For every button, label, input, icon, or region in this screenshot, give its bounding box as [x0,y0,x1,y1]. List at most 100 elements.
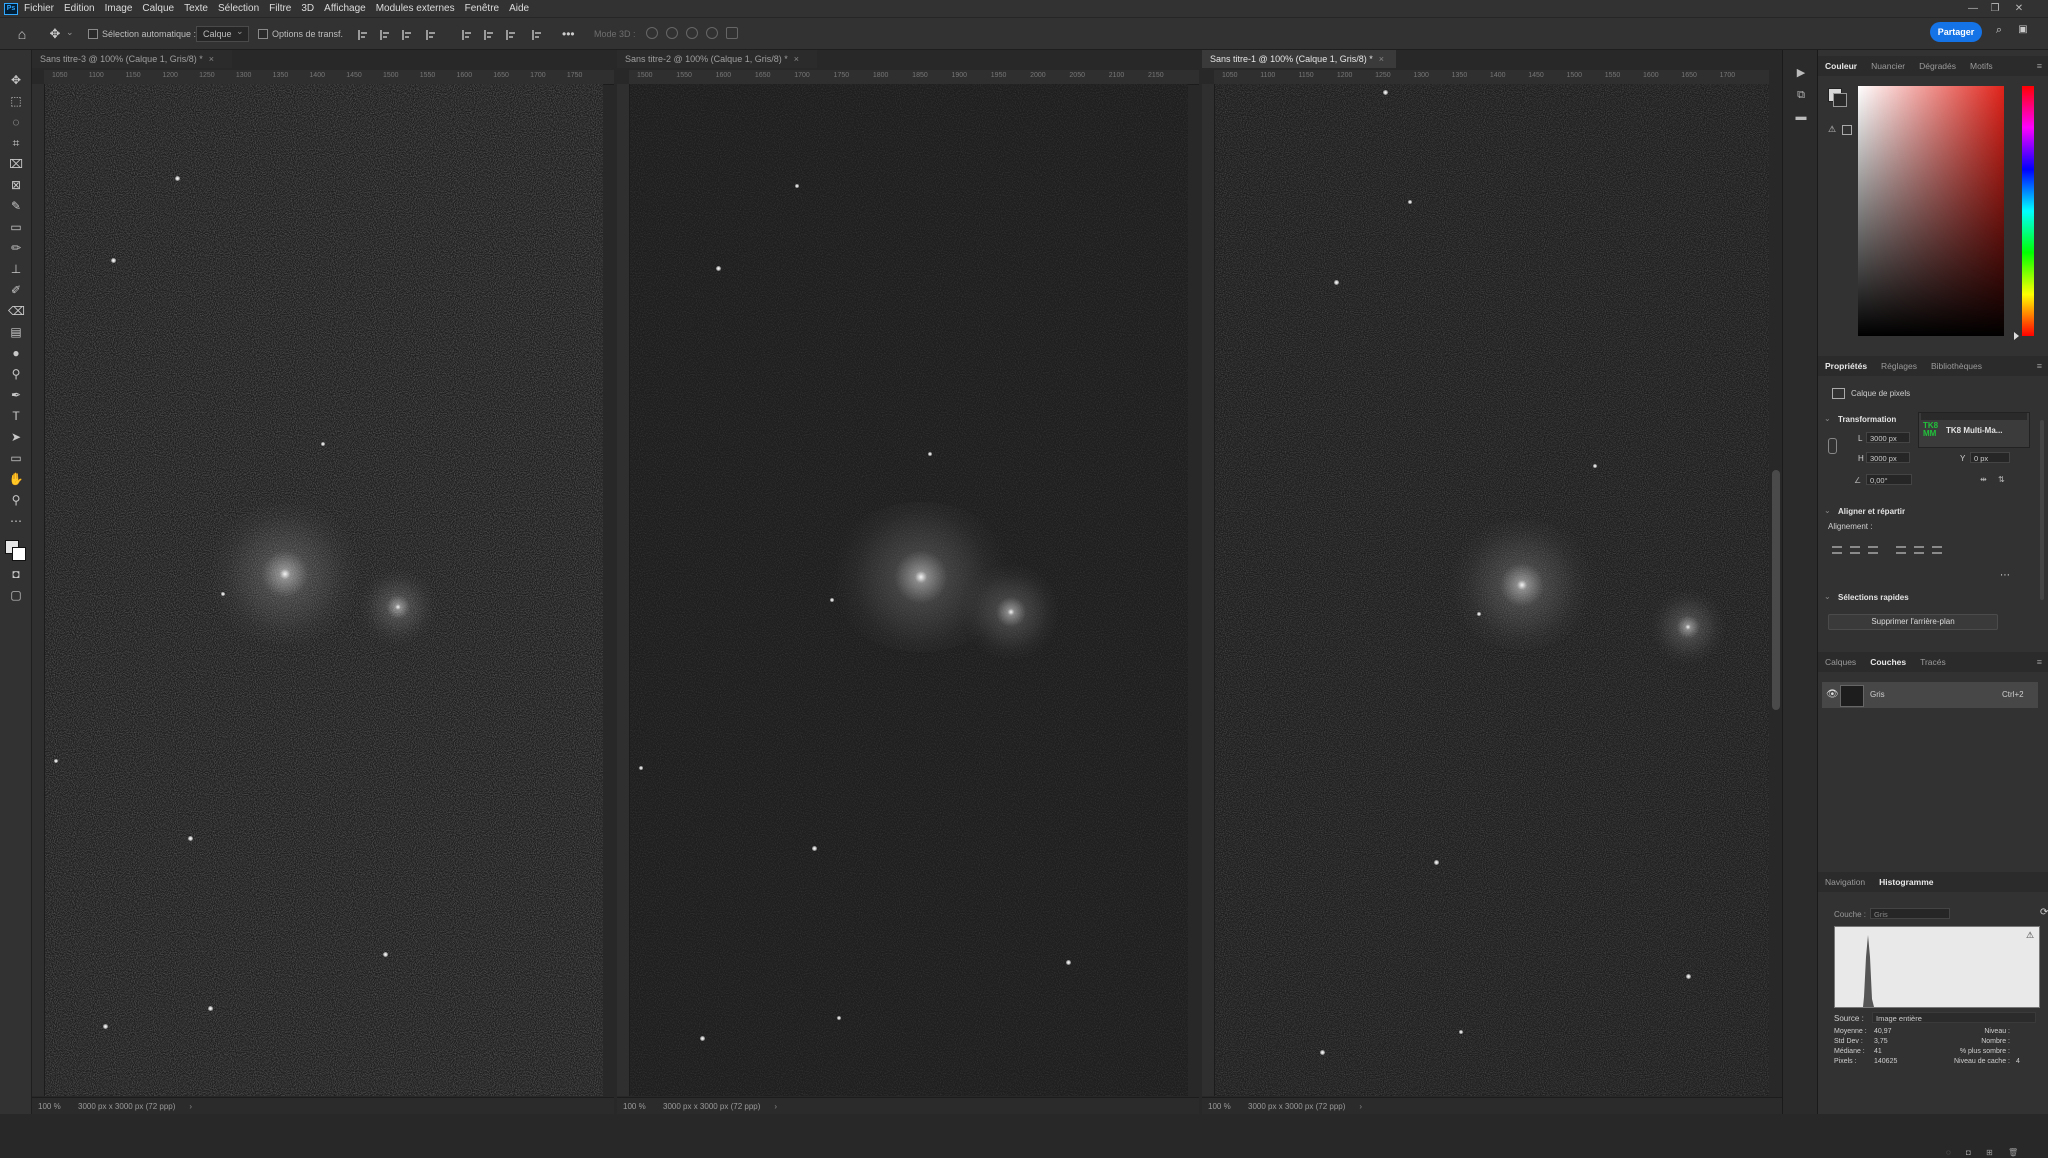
move-tool-icon[interactable]: ✥ [8,72,24,88]
visibility-eye-icon[interactable]: 👁 [1826,689,1839,700]
tab-bibliotheques[interactable]: Bibliothèques [1924,356,1989,376]
frame-tool-icon[interactable]: ⊠ [8,177,24,193]
zoom-level[interactable]: 100 % [1202,1102,1248,1111]
share-button[interactable]: Partager [1930,22,1982,42]
link-dimensions-icon[interactable] [1828,438,1837,454]
zoom-level[interactable]: 100 % [617,1102,663,1111]
brush-settings-icon[interactable]: ⧉ [1794,88,1808,102]
history-brush-icon[interactable]: ✐ [8,282,24,298]
tab-couches[interactable]: Couches [1863,652,1913,672]
menu-modules-externes[interactable]: Modules externes [376,3,455,14]
tab-degrades[interactable]: Dégradés [1912,56,1963,76]
chevron-down-icon[interactable]: ⌄ [1824,506,1831,515]
refresh-icon[interactable]: ⟳ [2040,907,2048,918]
height-input[interactable]: 3000 px [1866,452,1910,463]
transform-options-checkbox[interactable]: Options de transf. [258,26,343,42]
healing-brush-icon[interactable]: ▭ [8,219,24,235]
channel-row[interactable]: 👁 Gris Ctrl+2 [1822,682,2038,708]
tab-reglages[interactable]: Réglages [1874,356,1924,376]
search-icon[interactable]: ⌕ [1992,24,2006,38]
chevron-down-icon[interactable]: ⌄ [1824,414,1831,423]
tab-traces[interactable]: Tracés [1913,652,1953,672]
video-3d-icon[interactable] [726,27,738,39]
align-left-icon[interactable] [1832,546,1842,554]
workspace-icon[interactable]: ▣ [2014,24,2032,38]
brush-tool-icon[interactable]: ✏ [8,240,24,256]
quick-mask-icon[interactable]: ◘ [8,566,24,582]
quick-selection-icon[interactable]: ⌗ [8,135,24,151]
align-middle-v-icon[interactable] [484,30,494,40]
tab-navigation[interactable]: Navigation [1818,872,1872,892]
source-dropdown[interactable]: Image entière [1872,1012,2036,1023]
eyedropper-icon[interactable]: ✎ [8,198,24,214]
roll-3d-icon[interactable] [666,27,678,39]
dodge-tool-icon[interactable]: ⚲ [8,366,24,382]
align-bottom-icon[interactable] [1932,546,1942,554]
pen-tool-icon[interactable]: ✒ [8,387,24,403]
close-tab-icon[interactable]: × [1379,54,1384,64]
chevron-down-icon[interactable]: ⌄ [1824,592,1831,601]
auto-select-dropdown[interactable]: Calque [196,24,249,42]
tab-calques[interactable]: Calques [1818,652,1863,672]
type-tool-icon[interactable]: T [8,408,24,424]
new-channel-icon[interactable]: ⊞ [1986,1148,1996,1158]
document-tab-3[interactable]: Sans titre-1 @ 100% (Calque 1, Gris/8) *… [1202,50,1396,68]
vertical-scrollbar[interactable] [1772,470,1780,710]
chevron-down-icon[interactable]: ⌄ [66,27,74,38]
hue-slider-handle[interactable] [2014,332,2019,340]
status-arrow-icon[interactable]: › [189,1102,192,1111]
panel-menu-icon[interactable]: ≡ [2037,61,2042,71]
width-input[interactable]: 3000 px [1866,432,1910,443]
document-tab-2[interactable]: Sans titre-2 @ 100% (Calque 1, Gris/8) *… [617,50,817,68]
menu-selection[interactable]: Sélection [218,3,259,14]
menu-3d[interactable]: 3D [301,3,314,14]
align-right-icon[interactable] [402,30,412,40]
align-bottom-icon[interactable] [506,30,516,40]
image-canvas[interactable] [45,84,603,1096]
tk8-plugin-panel[interactable]: TK8 MM TK8 Multi-Ma... [1918,412,2030,448]
image-canvas[interactable] [630,84,1188,1096]
cache-warning-icon[interactable]: ⚠ [2026,930,2034,941]
zoom-level[interactable]: 100 % [32,1102,78,1111]
gradient-tool-icon[interactable]: ▤ [8,324,24,340]
screen-mode-icon[interactable]: ▢ [8,587,24,603]
clone-stamp-icon[interactable]: ⊥ [8,261,24,277]
pan-3d-icon[interactable] [686,27,698,39]
close-tab-icon[interactable]: × [794,54,799,64]
background-color-swatch[interactable] [1833,93,1847,107]
menu-affichage[interactable]: Affichage [324,3,366,14]
auto-select-checkbox-box[interactable] [88,29,98,39]
document-tab-1[interactable]: Sans titre-3 @ 100% (Calque 1, Gris/8) *… [32,50,232,68]
restore-icon[interactable]: ❐ [1984,0,2006,17]
dotted-circle-icon[interactable]: ◌ [1946,1148,1956,1158]
status-arrow-icon[interactable]: › [1359,1102,1362,1111]
menu-fenetre[interactable]: Fenêtre [465,3,499,14]
menu-edition[interactable]: Edition [64,3,95,14]
save-selection-icon[interactable]: ◘ [1966,1148,1976,1158]
flip-vertical-icon[interactable]: ⇅ [1998,475,2005,484]
more-options-button[interactable]: ••• [562,26,575,42]
tab-histogramme[interactable]: Histogramme [1872,872,1940,892]
menu-image[interactable]: Image [105,3,133,14]
align-center-h-icon[interactable] [380,30,390,40]
distribute-icon[interactable] [426,30,436,40]
tab-couleur[interactable]: Couleur [1818,56,1864,76]
zoom-tool-icon[interactable]: ⚲ [8,492,24,508]
panel-menu-icon[interactable]: ≡ [2037,361,2042,371]
histogram-channel-dropdown[interactable]: Gris [1870,908,1950,919]
lasso-tool-icon[interactable]: ◌ [8,114,24,130]
rectangle-tool-icon[interactable]: ▭ [8,450,24,466]
color-picker-field[interactable] [1858,86,2004,336]
align-right-icon[interactable] [1868,546,1878,554]
plugin-panel-header[interactable] [1921,413,2027,420]
crop-tool-icon[interactable]: ⌧ [8,156,24,172]
eraser-tool-icon[interactable]: ⌫ [8,303,25,319]
minimize-icon[interactable]: — [1962,0,1984,17]
menu-calque[interactable]: Calque [142,3,174,14]
orbit-3d-icon[interactable] [646,27,658,39]
align-top-icon[interactable] [1896,546,1906,554]
align-center-h-icon[interactable] [1850,546,1860,554]
close-window-icon[interactable]: ✕ [2008,0,2030,17]
angle-input[interactable]: 0,00° [1866,474,1912,485]
menu-aide[interactable]: Aide [509,3,529,14]
